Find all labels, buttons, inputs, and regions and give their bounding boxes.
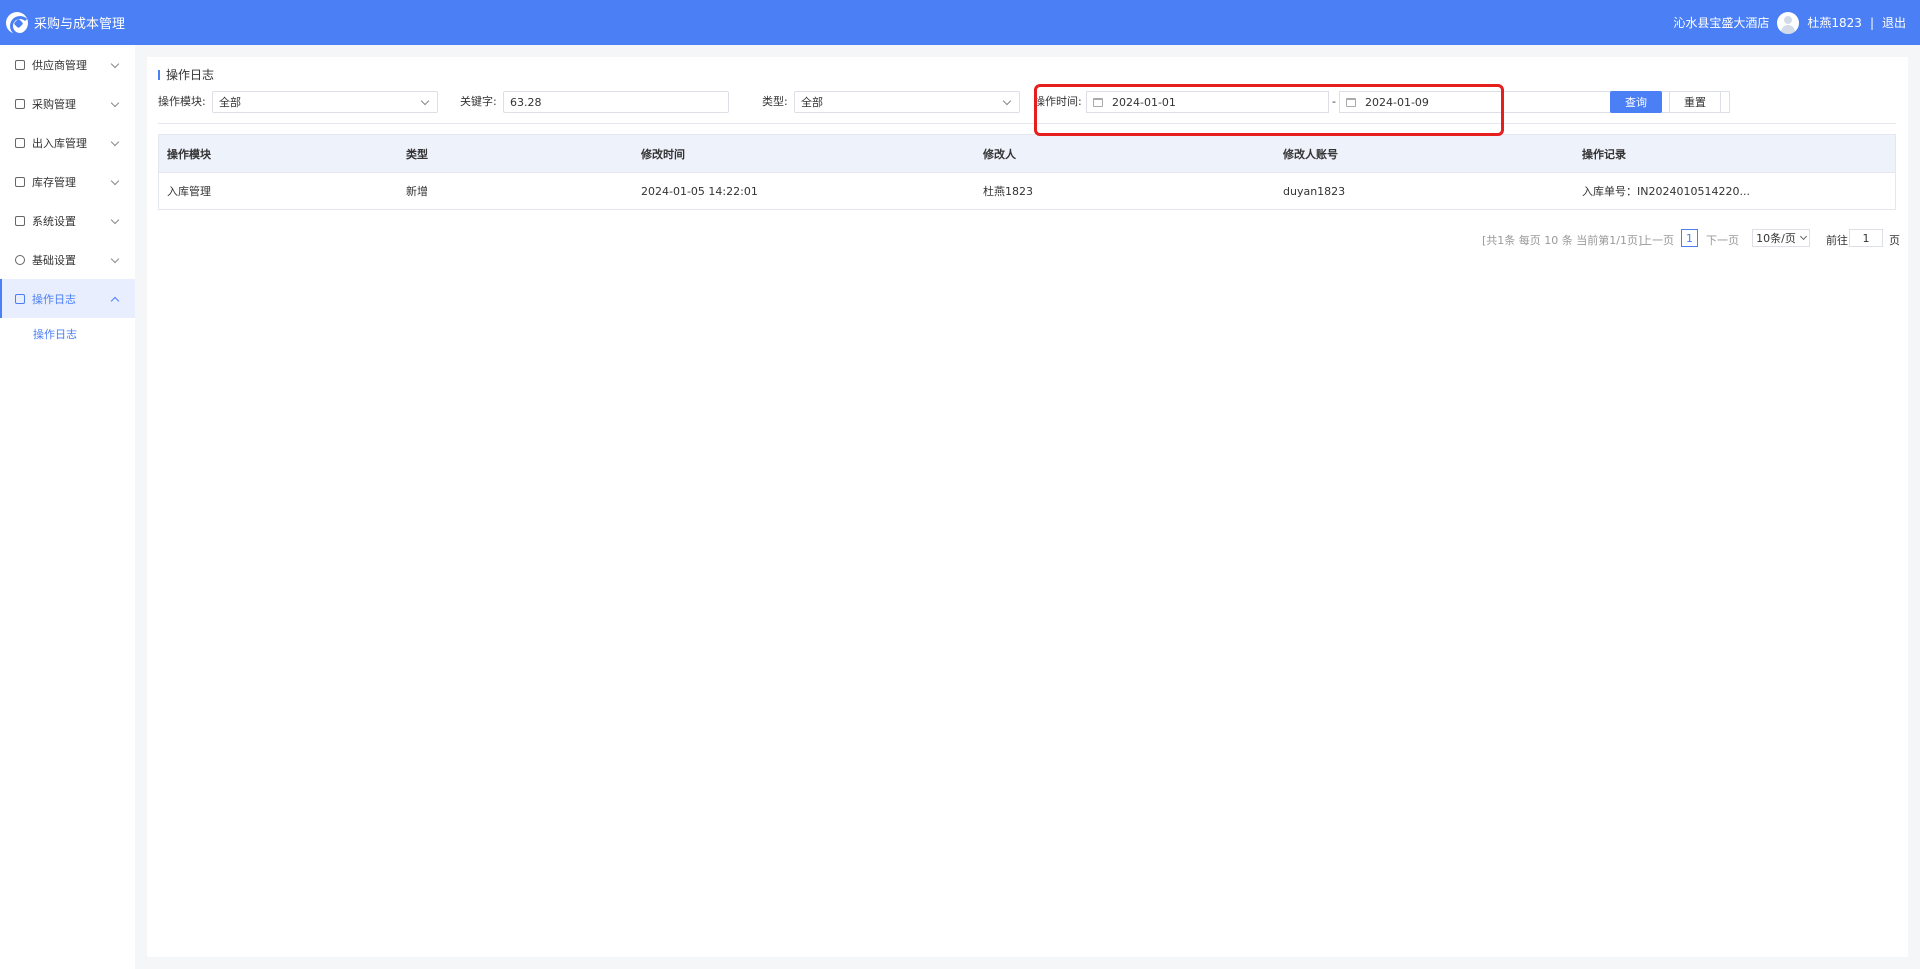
log-table: 操作模块 类型 修改时间 修改人 修改人账号 操作记录 入库管理 新增 2024… [158,134,1896,210]
log-icon [15,293,25,304]
page-number-current[interactable]: 1 [1681,229,1698,247]
next-page-button[interactable]: 下一页 [1706,232,1739,248]
app-title: 采购与成本管理 [34,17,126,32]
sidebar-item-inout[interactable]: 出入库管理 [0,123,135,162]
page-size-select[interactable]: 10条/页 [1752,229,1810,247]
chevron-down-icon [110,137,120,147]
sidebar-item-label: 出入库管理 [32,136,87,150]
sidebar-item-supplier[interactable]: 供应商管理 [0,45,135,84]
settings-icon [15,215,25,226]
cell-type: 新增 [406,185,428,198]
sidebar-item-operation-log[interactable]: 操作日志 [0,279,135,318]
page-size-value: 10条/页 [1756,232,1796,245]
top-header: 采购与成本管理 沁水县宝盛大酒店 杜燕1823 | 退出 [0,0,1920,45]
start-date-input[interactable]: 2024-01-01 [1086,91,1329,113]
time-filter-label: 操作时间: [1034,95,1082,108]
sidebar-item-system-settings[interactable]: 系统设置 [0,201,135,240]
keyword-input-value: 63.28 [510,95,542,109]
keyword-input[interactable]: 63.28 [503,91,729,113]
table-header: 操作模块 类型 修改时间 修改人 修改人账号 操作记录 [159,135,1895,173]
header-separator: | [1869,15,1874,30]
page-title: 操作日志 [158,66,214,83]
sidebar-item-purchase[interactable]: 采购管理 [0,84,135,123]
sidebar-item-label: 操作日志 [32,292,76,306]
sidebar-item-label: 基础设置 [32,253,76,267]
cell-modifier-account: duyan1823 [1283,184,1346,198]
keyword-filter-label: 关键字: [460,95,497,108]
module-select-value: 全部 [219,96,241,109]
app-logo-icon [6,11,30,36]
cell-operation-record: 入库单号：IN2024010514220... [1582,185,1750,198]
reset-button[interactable]: 重置 [1669,91,1721,113]
module-select[interactable]: 全部 [212,91,438,113]
table-row[interactable]: 入库管理 新增 2024-01-05 14:22:01 杜燕1823 duyan… [159,173,1895,209]
chevron-down-icon [1799,232,1807,241]
col-header-type: 类型 [406,147,428,161]
query-button[interactable]: 查询 [1610,91,1662,113]
inventory-icon [15,176,25,187]
calendar-icon [1346,97,1356,107]
title-accent-bar [158,69,160,80]
chevron-down-icon [110,98,120,108]
sidebar-item-label: 库存管理 [32,175,76,189]
col-header-operation-record: 操作记录 [1582,147,1626,161]
gear-icon [15,254,25,265]
user-area: 沁水县宝盛大酒店 杜燕1823 | 退出 [1673,0,1906,45]
goto-label: 前往 [1826,234,1848,247]
sidebar-item-label: 采购管理 [32,97,76,111]
cell-module: 入库管理 [167,185,211,198]
page-title-text: 操作日志 [166,68,215,82]
user-name: 杜燕1823 [1807,16,1862,30]
avatar[interactable] [1777,11,1800,34]
chevron-down-icon [110,254,120,264]
end-date-value: 2024-01-09 [1365,95,1429,109]
pagination-summary: [共1条 每页 10 条 当前第1/1页] [1482,234,1643,247]
sidebar-item-inventory[interactable]: 库存管理 [0,162,135,201]
col-header-modifier-account: 修改人账号 [1283,147,1338,161]
type-filter-label: 类型: [762,95,788,108]
sidebar: 供应商管理 采购管理 出入库管理 库存管理 系统设置 基础设置 操作日志 操作日… [0,45,135,969]
chevron-down-icon [110,215,120,225]
start-date-value: 2024-01-01 [1112,95,1176,109]
hotel-name: 沁水县宝盛大酒店 [1673,16,1770,30]
module-filter-label: 操作模块: [158,95,206,108]
chevron-down-icon [110,176,120,186]
page-suffix: 页 [1889,234,1900,247]
col-header-modifier: 修改人 [983,147,1016,161]
col-header-module: 操作模块 [167,147,211,161]
prev-page-button[interactable]: 上一页 [1641,232,1674,248]
chevron-up-icon [110,296,120,306]
chevron-down-icon [110,59,120,69]
cart-icon [15,98,25,109]
logout-link[interactable]: 退出 [1882,14,1906,31]
submenu-item-operation-log[interactable]: 操作日志 [0,318,135,350]
chevron-down-icon [420,96,430,106]
filter-divider [158,123,1896,124]
calendar-icon [1093,97,1103,107]
col-header-modified-time: 修改时间 [641,147,685,161]
goto-page-input[interactable]: 1 [1849,229,1883,247]
cell-modifier: 杜燕1823 [983,185,1033,198]
cell-modified-time: 2024-01-05 14:22:01 [641,184,758,198]
submenu-item-label: 操作日志 [33,328,77,341]
type-select-value: 全部 [801,96,823,109]
sidebar-item-label: 系统设置 [32,214,76,228]
brand: 采购与成本管理 [0,0,125,45]
sidebar-item-basic-settings[interactable]: 基础设置 [0,240,135,279]
type-select[interactable]: 全部 [794,91,1020,113]
date-separator: - [1332,95,1336,108]
main-panel: 操作日志 操作模块: 全部 关键字: 63.28 类型: 全部 操作时间: 20… [147,57,1908,957]
sidebar-item-label: 供应商管理 [32,58,87,72]
inout-icon [15,137,25,148]
chevron-down-icon [1002,96,1012,106]
supplier-icon [15,59,25,70]
